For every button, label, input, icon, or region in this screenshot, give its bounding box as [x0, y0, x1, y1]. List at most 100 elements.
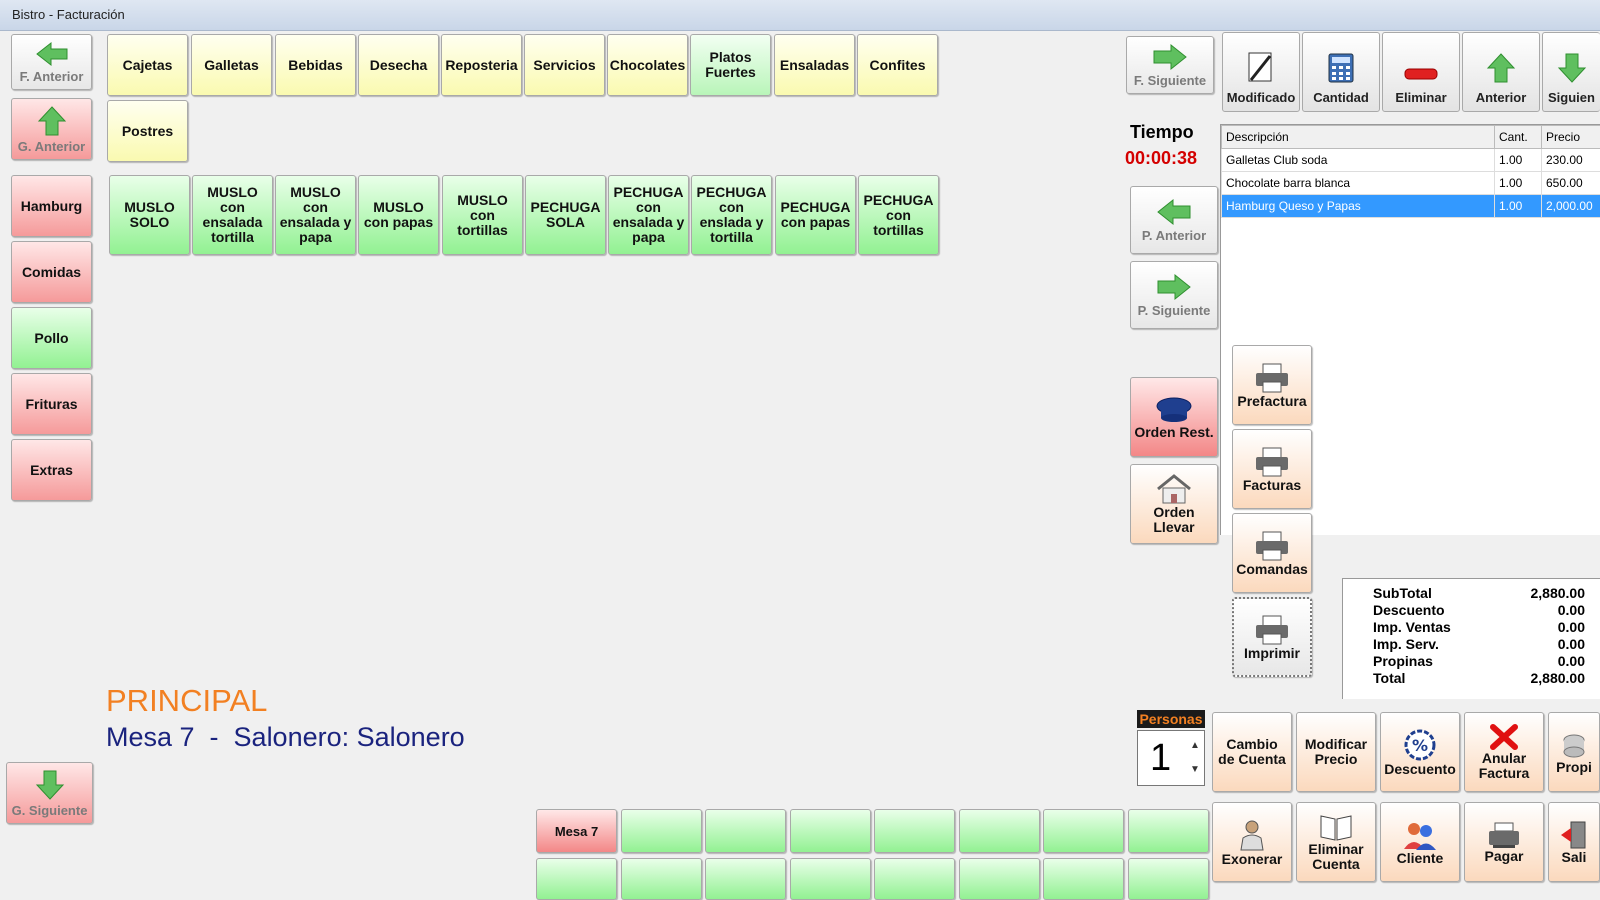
column-precio[interactable]: Precio — [1541, 125, 1600, 149]
modificar-precio-button[interactable]: Modificar Precio — [1296, 712, 1376, 792]
table-row-selected[interactable]: Hamburg Queso y Papas 1.00 2,000.00 — [1221, 194, 1600, 218]
table-slot[interactable] — [959, 858, 1040, 900]
table-slot[interactable] — [621, 858, 702, 900]
table-slot[interactable] — [536, 858, 617, 900]
anular-factura-button[interactable]: Anular Factura — [1464, 712, 1544, 792]
arrow-left-icon — [35, 41, 67, 66]
cantidad-button[interactable]: Cantidad — [1302, 32, 1380, 112]
orden-rest-button[interactable]: Orden Rest. — [1130, 377, 1218, 457]
prefactura-button[interactable]: Prefactura — [1232, 345, 1312, 425]
arrow-right-icon — [1157, 273, 1191, 300]
personas-input[interactable]: 1 ▲ ▼ — [1137, 730, 1205, 786]
personas-stepper[interactable]: Personas 1 ▲ ▼ — [1137, 710, 1205, 788]
group-hamburg[interactable]: Hamburg — [11, 175, 92, 237]
product-muslo-papas[interactable]: MUSLO con papas — [358, 175, 439, 255]
product-pechuga-enslada-tortilla[interactable]: PECHUGA con enslada y tortilla — [691, 175, 772, 255]
table-header: Descripción Cant. Precio — [1221, 125, 1600, 149]
cambio-cuenta-button[interactable]: Cambio de Cuenta — [1212, 712, 1292, 792]
product-muslo-solo[interactable]: MUSLO SOLO — [109, 175, 190, 255]
users-icon — [1404, 822, 1436, 850]
arrow-up-icon — [37, 105, 66, 135]
cash-register-icon — [1489, 822, 1519, 848]
table-slot[interactable] — [874, 858, 955, 900]
g-anterior-button[interactable]: G. Anterior — [11, 98, 92, 160]
table-slot[interactable] — [1128, 809, 1209, 853]
table-slot[interactable] — [705, 858, 786, 900]
table-mesa-7[interactable]: Mesa 7 — [536, 809, 617, 853]
product-pechuga-sola[interactable]: PECHUGA SOLA — [525, 175, 606, 255]
family-cajetas[interactable]: Cajetas — [107, 34, 188, 96]
group-comidas[interactable]: Comidas — [11, 241, 92, 303]
family-chocolates[interactable]: Chocolates — [607, 34, 688, 96]
product-pechuga-tortillas[interactable]: PECHUGA con tortillas — [858, 175, 939, 255]
personas-value: 1 — [1150, 737, 1172, 779]
pagar-button[interactable]: Pagar — [1464, 802, 1544, 882]
product-muslo-ensalada-tortilla[interactable]: MUSLO con ensalada tortilla — [192, 175, 273, 255]
family-confites[interactable]: Confites — [857, 34, 938, 96]
chevron-down-icon[interactable]: ▼ — [1188, 759, 1202, 781]
column-descripcion[interactable]: Descripción — [1221, 125, 1495, 149]
group-frituras[interactable]: Frituras — [11, 373, 92, 435]
group-pollo[interactable]: Pollo — [11, 307, 92, 369]
p-anterior-button[interactable]: P. Anterior — [1130, 186, 1218, 254]
family-desecha[interactable]: Desecha — [358, 34, 439, 96]
eliminar-button[interactable]: Eliminar — [1382, 32, 1460, 112]
product-pechuga-ensalada-papa[interactable]: PECHUGA con ensalada y papa — [608, 175, 689, 255]
printer-icon — [1256, 363, 1288, 392]
table-row[interactable]: Chocolate barra blanca 1.00 650.00 — [1221, 171, 1600, 195]
product-pechuga-papas[interactable]: PECHUGA con papas — [775, 175, 856, 255]
imprimir-button[interactable]: Imprimir — [1232, 597, 1312, 677]
arrow-down-icon — [35, 770, 64, 800]
family-platos-fuertes[interactable]: Platos Fuertes — [690, 34, 771, 96]
table-slot[interactable] — [705, 809, 786, 853]
discount-badge-icon: % — [1404, 729, 1436, 760]
family-postres[interactable]: Postres — [107, 100, 188, 162]
table-slot[interactable] — [1043, 809, 1124, 853]
tiempo-label: Tiempo — [1130, 122, 1194, 142]
anterior-button[interactable]: Anterior — [1462, 32, 1540, 112]
modificado-button[interactable]: Modificado — [1222, 32, 1300, 112]
family-bebidas[interactable]: Bebidas — [275, 34, 356, 96]
family-galletas[interactable]: Galletas — [191, 34, 272, 96]
table-slot[interactable] — [790, 858, 871, 900]
calculator-icon — [1328, 53, 1354, 83]
exonerar-button[interactable]: Exonerar — [1212, 802, 1292, 882]
family-ensaladas[interactable]: Ensaladas — [774, 34, 855, 96]
descuento-button[interactable]: % Descuento — [1380, 712, 1460, 792]
table-slot[interactable] — [959, 809, 1040, 853]
p-siguiente-button[interactable]: P. Siguiente — [1130, 261, 1218, 329]
family-servicios[interactable]: Servicios — [524, 34, 605, 96]
open-book-icon — [1320, 815, 1352, 841]
orden-llevar-button[interactable]: Orden Llevar — [1130, 464, 1218, 544]
table-slot[interactable] — [621, 809, 702, 853]
table-slot[interactable] — [874, 809, 955, 853]
product-muslo-ensalada-papa[interactable]: MUSLO con ensalada y papa — [275, 175, 356, 255]
eliminar-cuenta-button[interactable]: Eliminar Cuenta — [1296, 802, 1376, 882]
chevron-up-icon[interactable]: ▲ — [1188, 735, 1202, 757]
table-slot[interactable] — [790, 809, 871, 853]
f-siguiente-button[interactable]: F. Siguiente — [1126, 36, 1214, 94]
column-cant[interactable]: Cant. — [1494, 125, 1542, 149]
f-anterior-button[interactable]: F. Anterior — [11, 34, 92, 90]
title-bar: Bistro - Facturación — [0, 0, 1600, 31]
comandas-button[interactable]: Comandas — [1232, 513, 1312, 593]
total-row-subtotal: SubTotal 2,880.00 — [1373, 585, 1585, 601]
total-row-imp-ventas: Imp. Ventas 0.00 — [1373, 619, 1585, 635]
propina-button[interactable]: Propi — [1548, 712, 1600, 792]
group-extras[interactable]: Extras — [11, 439, 92, 501]
g-siguiente-button[interactable]: G. Siguiente — [6, 762, 93, 824]
facturas-button[interactable]: Facturas — [1232, 429, 1312, 509]
siguiente-button[interactable]: Siguien — [1542, 32, 1600, 112]
cliente-button[interactable]: Cliente — [1380, 802, 1460, 882]
table-slot[interactable] — [1043, 858, 1124, 900]
totals-panel: SubTotal 2,880.00 Descuento 0.00 Imp. Vent… — [1342, 578, 1600, 699]
family-reposteria[interactable]: Reposteria — [441, 34, 522, 96]
product-muslo-tortillas[interactable]: MUSLO con tortillas — [442, 175, 523, 255]
table-slot[interactable] — [1128, 858, 1209, 900]
total-row-propinas: Propinas 0.00 — [1373, 653, 1585, 669]
table-row[interactable]: Galletas Club soda 1.00 230.00 — [1221, 148, 1600, 172]
house-icon — [1157, 474, 1191, 504]
printer-icon — [1256, 531, 1288, 560]
svg-text:%: % — [1412, 736, 1428, 755]
salir-button[interactable]: Sali — [1548, 802, 1600, 882]
